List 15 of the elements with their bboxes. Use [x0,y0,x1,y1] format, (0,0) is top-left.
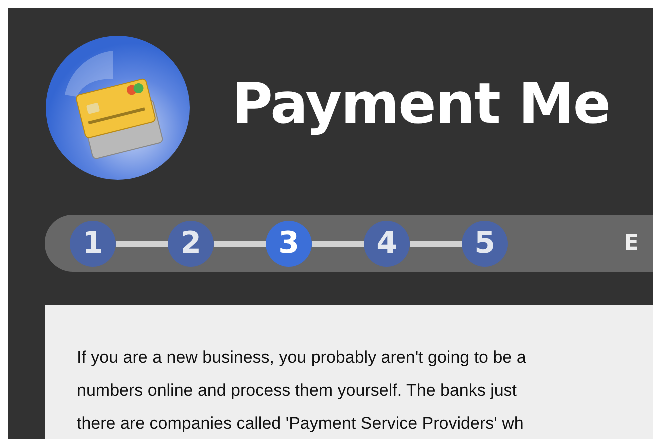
step-button[interactable]: 3 [266,220,312,266]
step-button[interactable]: 2 [168,220,214,266]
step-connector [214,240,266,246]
step-connector [116,240,168,246]
step-button[interactable]: 4 [364,220,410,266]
paragraph-line: If you are a new business, you probably aren't going to be a [77,347,526,369]
step-connector [312,240,364,246]
step-bar-label: E [624,230,640,258]
step-connector [410,240,462,246]
paragraph-line: there are companies called 'Payment Service Providers' wh [77,413,524,435]
page-title: Payment Me [232,77,610,133]
step-button[interactable]: 1 [70,220,116,266]
step-button[interactable]: 5 [462,220,508,266]
paragraph-line: numbers online and process them yourself. The banks just [77,380,518,402]
credit-card-icon [45,35,191,181]
